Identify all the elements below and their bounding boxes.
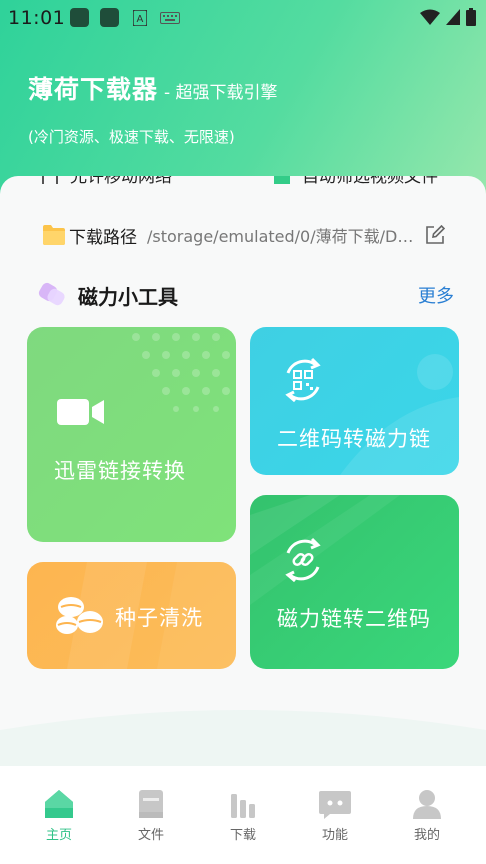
thunder-link-convert-tile[interactable]: 迅雷链接转换 — [27, 327, 236, 542]
app-description: (冷门资源、极速下载、无限速) — [28, 128, 235, 146]
magnet-to-qr-label: 磁力链转二维码 — [277, 607, 431, 631]
qr-to-magnet-tile[interactable]: 二维码转磁力链 — [250, 327, 459, 475]
notification-icon — [70, 8, 89, 27]
keyboard-icon — [160, 12, 180, 24]
chat-icon — [319, 791, 351, 819]
link-convert-icon — [285, 537, 321, 583]
battery-icon — [466, 8, 476, 26]
allow-mobile-option[interactable]: 允许移动网络 — [42, 176, 172, 184]
app-name: 薄荷下载器 — [28, 75, 159, 104]
tools-title: 磁力小工具 — [78, 284, 178, 309]
cell-signal-icon — [446, 9, 460, 25]
seed-clean-label: 种子清洗 — [115, 606, 203, 630]
nav-home-label: 主页 — [45, 828, 72, 843]
edit-icon[interactable] — [425, 225, 445, 245]
tools-cube-icon — [38, 282, 65, 306]
dot-pattern-decoration — [132, 333, 230, 412]
thunder-link-convert-label: 迅雷链接转换 — [54, 459, 186, 483]
status-bar: 11:01 A — [0, 0, 486, 34]
video-camera-icon — [57, 399, 104, 425]
nav-mine-label: 我的 — [413, 828, 440, 843]
folder-icon — [43, 225, 65, 245]
nav-download-label: 下载 — [229, 828, 256, 843]
notification-icon — [100, 8, 119, 27]
file-icon — [139, 790, 163, 818]
wifi-icon — [420, 9, 440, 25]
bottom-navigation: 主页 文件 下载 功能 我的 — [0, 766, 486, 864]
nav-file-label: 文件 — [137, 828, 164, 843]
app-title: 薄荷下载器 - 超强下载引擎 — [28, 70, 278, 106]
nav-file[interactable]: 文件 — [116, 788, 186, 843]
nav-download[interactable]: 下载 — [208, 788, 278, 843]
svg-text:A: A — [137, 14, 144, 25]
allow-mobile-label: 允许移动网络 — [70, 176, 172, 184]
seeds-icon — [56, 597, 103, 634]
seed-clean-tile[interactable]: 种子清洗 — [27, 562, 236, 669]
status-time: 11:01 — [8, 7, 66, 29]
qr-to-magnet-label: 二维码转磁力链 — [277, 427, 431, 451]
qr-convert-icon — [285, 357, 321, 403]
app-a-icon: A — [133, 10, 147, 26]
home-icon — [45, 790, 73, 818]
nav-home[interactable]: 主页 — [24, 788, 94, 843]
allow-mobile-checkbox[interactable] — [42, 176, 58, 184]
nav-mine[interactable]: 我的 — [392, 788, 462, 843]
auto-filter-label: 自动筛选视频文件 — [302, 176, 438, 184]
download-path-label: 下载路径 — [69, 227, 137, 248]
auto-filter-checkbox[interactable] — [274, 176, 290, 184]
app-subtitle: - 超强下载引擎 — [164, 83, 278, 103]
tools-more-link[interactable]: 更多 — [418, 282, 454, 308]
nav-function-label: 功能 — [321, 828, 348, 843]
download-path-row[interactable]: 下载路径 /storage/emulated/0/薄荷下载/Download — [42, 222, 452, 248]
user-icon — [413, 790, 441, 819]
magnet-to-qr-tile[interactable]: 磁力链转二维码 — [250, 495, 459, 669]
bottom-wave-decoration — [0, 710, 486, 766]
auto-filter-option[interactable]: 自动筛选视频文件 — [274, 176, 438, 184]
download-path-value: /storage/emulated/0/薄荷下载/Download — [147, 227, 422, 246]
download-icon — [231, 794, 255, 818]
nav-function[interactable]: 功能 — [300, 788, 370, 843]
tools-header: 磁力小工具 更多 — [36, 280, 454, 310]
options-row: 允许移动网络 自动筛选视频文件 — [0, 176, 486, 184]
